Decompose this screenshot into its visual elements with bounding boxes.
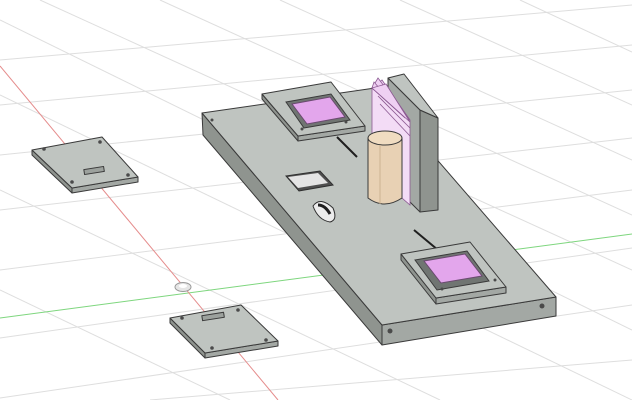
model-canvas[interactable] — [0, 0, 632, 400]
origin-marker-icon[interactable] — [174, 282, 192, 292]
small-board-top-left[interactable] — [31, 136, 139, 194]
cylinder-part[interactable] — [367, 130, 403, 205]
small-board-bottom[interactable] — [169, 304, 279, 359]
3d-viewport[interactable] — [0, 0, 632, 400]
